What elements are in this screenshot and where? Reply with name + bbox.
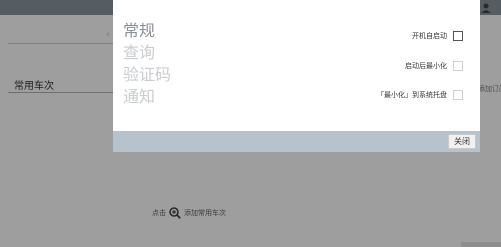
add-click-text: 点击 (152, 209, 166, 217)
dialog-footer: 关闭 (113, 131, 480, 152)
section-title: 常用车次 (14, 81, 54, 92)
menu-item-general[interactable]: 常规 (123, 20, 171, 42)
setting-minimize-label: 启动后最小化 (405, 62, 447, 70)
minimize-to-tray-checkbox[interactable] (453, 90, 463, 100)
divider (8, 43, 113, 44)
section-underline (8, 92, 113, 93)
chevron-left-icon: ‹ (106, 30, 110, 40)
settings-dialog: 常规 查询 验证码 通知 开机自启动 启动后最小化 「最小化」到系统托盘 关闭 (113, 0, 480, 152)
add-subscription-link[interactable]: 添加订阅 (478, 84, 501, 94)
add-label: 添加常用车次 (184, 209, 226, 217)
zoom-add-icon[interactable] (169, 207, 181, 219)
minimize-on-start-checkbox[interactable] (453, 61, 463, 71)
setting-tray-label: 「最小化」到系统托盘 (377, 91, 447, 99)
setting-autostart[interactable]: 开机自启动 (263, 29, 463, 43)
autostart-checkbox[interactable] (453, 31, 463, 41)
corner-element (461, 242, 501, 247)
setting-autostart-label: 开机自启动 (412, 32, 447, 40)
menu-item-query[interactable]: 查询 (123, 42, 171, 64)
close-button[interactable]: 关闭 (448, 134, 476, 149)
add-frequent-train-row[interactable]: 点击 添加常用车次 (152, 207, 226, 219)
setting-minimize-to-tray[interactable]: 「最小化」到系统托盘 (263, 88, 463, 102)
user-icon[interactable] (480, 2, 492, 14)
menu-item-notification[interactable]: 通知 (123, 86, 171, 108)
settings-menu: 常规 查询 验证码 通知 (123, 20, 171, 108)
menu-item-captcha[interactable]: 验证码 (123, 64, 171, 86)
setting-minimize-on-start[interactable]: 启动后最小化 (263, 59, 463, 73)
